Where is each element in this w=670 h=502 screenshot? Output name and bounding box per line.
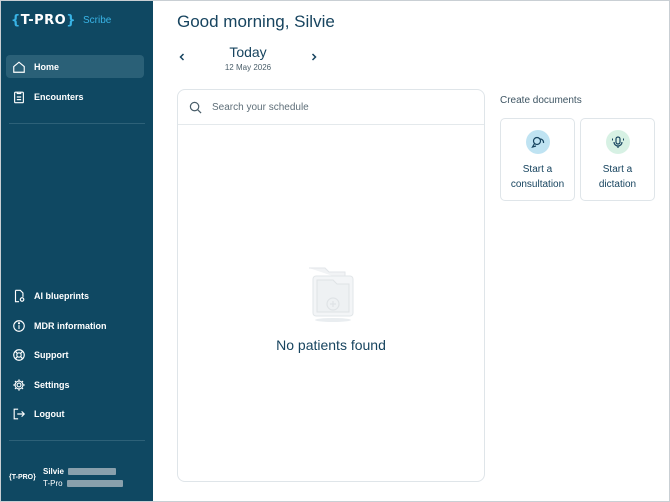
clipboard-icon [12,90,26,104]
sidebar-item-label: AI blueprints [34,290,90,301]
redacted-email [66,479,123,487]
sidebar-item-label: MDR information [34,320,107,331]
date-navigator: Today 12 May 2026 [177,44,319,74]
brand-logo[interactable]: {T-PRO} Scribe [11,13,111,28]
next-day-button[interactable] [309,52,319,62]
user-org-logo: {T-PRO} [9,473,36,481]
schedule-search [178,90,484,125]
create-documents-title: Create documents [500,95,582,106]
info-icon [12,319,26,333]
sidebar-divider [9,440,145,441]
sidebar-item-ai-blueprints[interactable]: AI blueprints [6,284,144,307]
start-consultation-card[interactable]: Start a consultation [500,118,575,201]
chevron-right-icon [311,53,317,61]
sidebar-item-logout[interactable]: Logout [6,402,144,425]
sidebar-item-settings[interactable]: Settings [6,373,144,396]
microphone-icon [612,136,624,148]
start-dictation-card[interactable]: Start a dictation [580,118,655,201]
date-title: Today [229,44,267,60]
logo-mark: {T-PRO} [11,13,76,28]
user-details: Silvie T-Pro [43,467,123,488]
empty-folder-icon [309,267,354,322]
search-icon [189,101,202,113]
sidebar-item-label: Encounters [34,91,84,102]
user-name: Silvie [43,466,64,476]
sidebar-item-label: Home [34,61,60,72]
home-icon [12,60,26,74]
schedule-panel: No patients found [177,89,485,482]
redacted-surname [67,467,116,475]
dictation-icon-badge [606,130,630,154]
card-label: Start a dictation [598,164,637,190]
current-date: 12 May 2026 [224,63,272,72]
page-title: Good morning, Silvie [177,12,335,31]
logo-product: Scribe [82,15,112,26]
lifebuoy-icon [12,348,26,362]
consultation-icon [531,136,545,148]
gear-icon [12,378,26,392]
sidebar-item-label: Settings [34,379,70,390]
sidebar-item-support[interactable]: Support [6,343,144,366]
sidebar-item-label: Support [34,349,69,360]
sidebar-divider [9,123,145,124]
consultation-icon-badge [526,130,550,154]
search-input[interactable] [212,101,462,113]
sidebar-item-home[interactable]: Home [6,55,144,78]
document-gear-icon [12,289,26,303]
user-org: T-Pro [43,478,63,488]
sidebar: {T-PRO} Scribe Home Encounters AI bluepr… [1,1,153,501]
sidebar-item-label: Logout [34,408,65,419]
card-label: Start a consultation [510,164,565,190]
logout-icon [12,407,26,421]
user-profile[interactable]: {T-PRO} Silvie T-Pro [9,463,145,491]
empty-state-message: No patients found [276,337,386,353]
sidebar-item-mdr-information[interactable]: MDR information [6,314,144,337]
sidebar-item-encounters[interactable]: Encounters [6,85,144,108]
